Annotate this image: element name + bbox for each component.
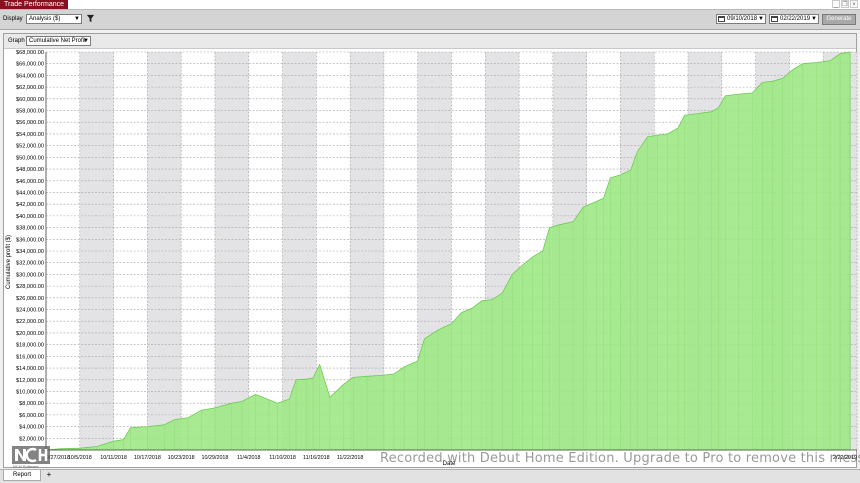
y-tick-label: $44,000.00: [16, 190, 44, 196]
y-tick-label: $10,000.00: [16, 389, 44, 395]
add-tab-icon[interactable]: +: [44, 470, 54, 481]
y-tick-label: $50,000.00: [16, 155, 44, 161]
y-tick-label: $28,000.00: [16, 284, 44, 290]
y-tick-label: $32,000.00: [16, 261, 44, 267]
y-tick-label: $16,000.00: [16, 354, 44, 360]
y-tick-label: $62,000.00: [16, 85, 44, 91]
y-axis-title: Cumulative profit ($): [6, 235, 12, 289]
y-tick-label: $4,000.00: [19, 425, 44, 431]
y-tick-label: $30,000.00: [16, 272, 44, 278]
x-tick-label: 11/22/2018: [337, 455, 364, 461]
y-tick-label: $26,000.00: [16, 296, 44, 302]
tab-report[interactable]: Report: [3, 470, 41, 481]
y-tick-label: $58,000.00: [16, 109, 44, 115]
y-tick-label: $36,000.00: [16, 237, 44, 243]
x-tick-label: 11/10/2018: [269, 455, 296, 461]
y-tick-label: $38,000.00: [16, 226, 44, 232]
x-tick-label: 10/11/2018: [100, 455, 127, 461]
y-tick-label: $22,000.00: [16, 319, 44, 325]
x-tick-label: 11/4/2018: [237, 455, 261, 461]
y-tick-label: $56,000.00: [16, 120, 44, 126]
y-tick-label: $18,000.00: [16, 343, 44, 349]
x-tick-label: 10/23/2018: [168, 455, 195, 461]
y-tick-label: $12,000.00: [16, 378, 44, 384]
y-tick-label: $24,000.00: [16, 308, 44, 314]
tab-bar: Report +: [0, 469, 860, 483]
y-tick-label: $54,000.00: [16, 132, 44, 138]
x-tick-label: 10/29/2018: [201, 455, 228, 461]
x-tick-label: 10/5/2018: [68, 455, 92, 461]
y-tick-labels: $2,000.00 $4,000.00 $6,000.00 $8,000.00 $10,…: [16, 50, 44, 442]
y-tick-label: $34,000.00: [16, 249, 44, 255]
y-tick-label: $42,000.00: [16, 202, 44, 208]
y-tick-label: $60,000.00: [16, 97, 44, 103]
watermark-text: Recorded with Debut Home Edition. Upgrad…: [380, 451, 860, 466]
y-tick-label: $2,000.00: [19, 436, 44, 442]
y-tick-label: $52,000.00: [16, 144, 44, 150]
y-tick-label: $8,000.00: [19, 401, 44, 407]
y-tick-label: $40,000.00: [16, 214, 44, 220]
y-tick-label: $68,000.00: [16, 50, 44, 56]
x-tick-label: 10/17/2018: [134, 455, 161, 461]
y-tick-label: $46,000.00: [16, 179, 44, 185]
y-tick-label: $64,000.00: [16, 73, 44, 79]
y-tick-label: $14,000.00: [16, 366, 44, 372]
x-tick-label: 11/16/2018: [303, 455, 330, 461]
y-tick-label: $48,000.00: [16, 167, 44, 173]
y-tick-label: $6,000.00: [19, 413, 44, 419]
cumulative-profit-chart: $2,000.00 $4,000.00 $6,000.00 $8,000.00 $10,…: [6, 50, 858, 467]
y-tick-label: $66,000.00: [16, 62, 44, 68]
y-tick-label: $20,000.00: [16, 331, 44, 337]
